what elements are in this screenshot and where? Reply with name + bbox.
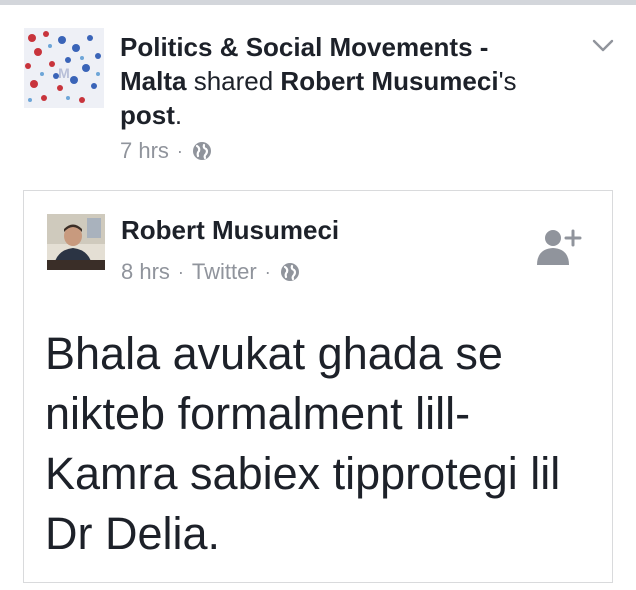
post-timestamp[interactable]: 8 hrs bbox=[121, 259, 170, 285]
share-headline: Politics & Social Movements - Malta shar… bbox=[120, 30, 560, 132]
post-link[interactable]: post bbox=[120, 100, 175, 130]
author-avatar[interactable] bbox=[47, 214, 105, 270]
share-meta: 7 hrs · bbox=[120, 138, 213, 164]
post-meta: 8 hrs · Twitter · bbox=[121, 259, 301, 285]
possessive-suffix: 's bbox=[498, 66, 517, 96]
meta-separator: · bbox=[264, 261, 271, 282]
top-divider bbox=[0, 0, 636, 5]
post-author-name[interactable]: Robert Musumeci bbox=[121, 215, 339, 246]
author-name-link[interactable]: Robert Musumeci bbox=[280, 66, 498, 96]
svg-text:M: M bbox=[58, 65, 70, 81]
chevron-down-icon[interactable] bbox=[592, 38, 614, 54]
globe-icon[interactable] bbox=[279, 261, 301, 283]
sentence-period: . bbox=[174, 100, 183, 130]
share-timestamp[interactable]: 7 hrs bbox=[120, 138, 169, 164]
meta-separator: · bbox=[177, 261, 184, 282]
shared-verb: shared bbox=[186, 66, 281, 96]
globe-icon[interactable] bbox=[191, 140, 213, 162]
meta-separator: · bbox=[176, 140, 183, 161]
shared-post-card[interactable]: Robert Musumeci 8 hrs · Twitter · Bhala … bbox=[23, 190, 613, 583]
page-avatar[interactable]: M bbox=[24, 28, 104, 108]
post-body-text: Bhala avukat ghada se nikteb formalment … bbox=[45, 328, 561, 559]
post-source[interactable]: Twitter bbox=[192, 259, 257, 285]
add-friend-icon[interactable] bbox=[535, 225, 583, 267]
